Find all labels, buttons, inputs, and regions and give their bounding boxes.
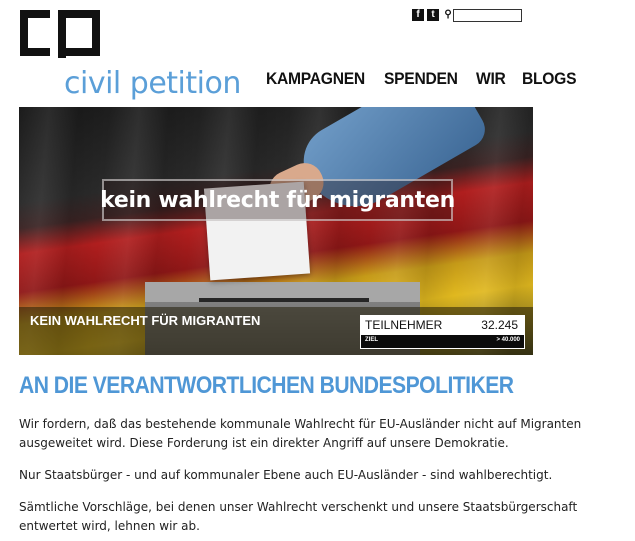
cp-logo-icon (20, 10, 100, 58)
hero-overlay-title: kein wahlrecht für migranten (100, 187, 455, 213)
paragraph-citizens: Nur Staatsbürger - und auf kommunaler Eb… (19, 468, 553, 482)
social-links: f t ⚲ (412, 9, 454, 21)
search-input[interactable] (453, 9, 522, 22)
nav-wir[interactable]: WIR (476, 69, 506, 89)
goal-label: ZIEL (365, 337, 378, 343)
nav-kampagnen[interactable]: KAMPAGNEN (266, 69, 365, 89)
twitter-icon[interactable]: t (427, 9, 439, 21)
facebook-icon[interactable]: f (412, 9, 424, 21)
paragraph-proposals: Sämtliche Vorschläge, bei denen unser Wa… (19, 500, 578, 533)
campaign-title[interactable]: KEIN WAHLRECHT FÜR MIGRANTEN (30, 313, 260, 328)
goal-value: > 40.000 (496, 337, 520, 343)
campaign-hero[interactable]: kein wahlrecht für migranten KEIN WAHLRE… (19, 107, 533, 355)
site-logo[interactable]: civil petition (18, 8, 241, 104)
participant-counter: TEILNEHMER 32.245 ZIEL > 40.000 (360, 315, 525, 349)
main-nav: KAMPAGNEN SPENDEN WIR BLOGS (266, 69, 581, 89)
page-headline: AN DIE VERANTWORTLICHEN BUNDESPOLITIKER (19, 372, 514, 399)
nav-spenden[interactable]: SPENDEN (384, 69, 458, 89)
nav-blogs[interactable]: BLOGS (522, 69, 577, 89)
paragraph-demand: Wir fordern, daß das bestehende kommunal… (19, 417, 582, 450)
hero-overlay-box: kein wahlrecht für migranten (100, 179, 455, 221)
brand-name: civil petition (64, 66, 241, 101)
counter-label: TEILNEHMER (365, 318, 443, 332)
counter-value: 32.245 (481, 318, 518, 332)
